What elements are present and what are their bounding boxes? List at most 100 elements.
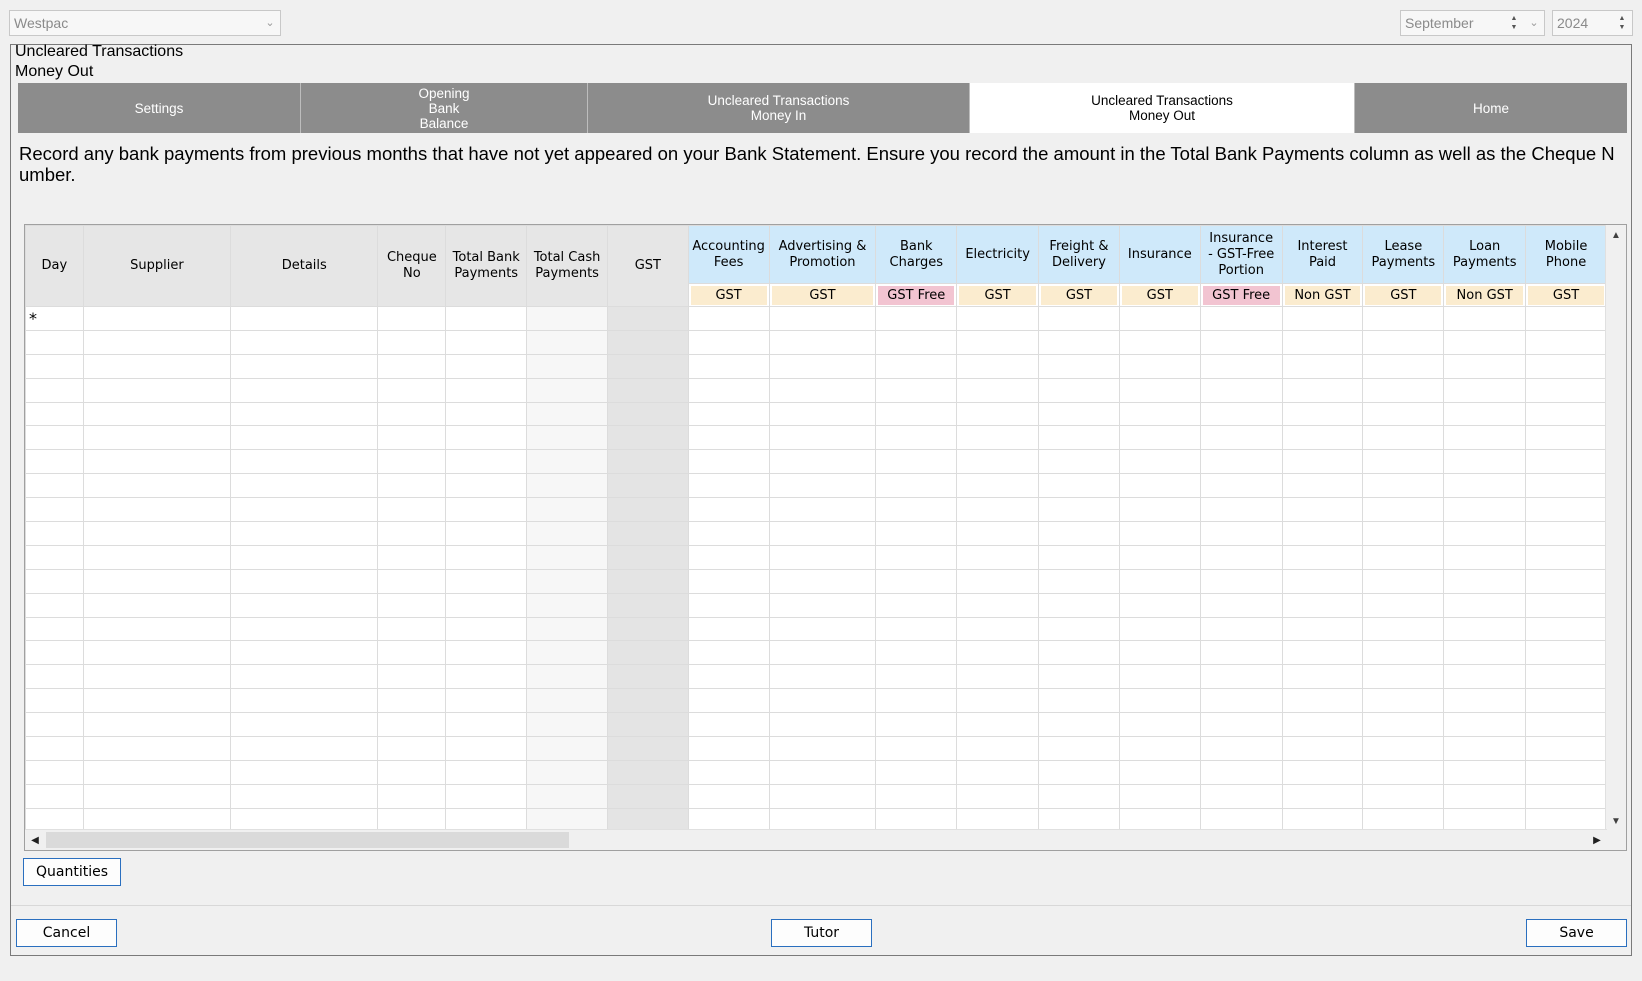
grid-cell[interactable] (526, 640, 609, 666)
grid-cell[interactable] (445, 640, 528, 666)
grid-cell[interactable] (25, 688, 84, 714)
grid-cell[interactable] (607, 712, 689, 738)
column-header-interest-paid[interactable]: Interest Paid (1281, 225, 1364, 284)
table-row[interactable] (25, 688, 1607, 714)
grid-cell[interactable] (956, 353, 1040, 379)
grid-cell[interactable] (1038, 592, 1120, 618)
grid-cell[interactable] (1199, 329, 1283, 355)
cancel-button[interactable]: Cancel (16, 919, 117, 947)
grid-cell[interactable] (1443, 449, 1527, 475)
grid-cell[interactable] (377, 688, 447, 714)
grid-cell[interactable] (526, 568, 609, 594)
grid-cell[interactable] (230, 473, 379, 499)
grid-cell[interactable] (687, 807, 770, 831)
grid-cell[interactable] (25, 401, 84, 427)
grid-cell[interactable] (230, 329, 379, 355)
grid-cell[interactable] (1038, 401, 1120, 427)
month-spinner[interactable]: ▲ ▼ (1506, 11, 1522, 35)
grid-cell[interactable] (607, 640, 689, 666)
grid-cell[interactable] (607, 497, 689, 523)
column-header-insurance[interactable]: Insurance (1118, 225, 1201, 284)
grid-cell[interactable] (1281, 449, 1364, 475)
grid-cell[interactable] (956, 568, 1040, 594)
grid-cell[interactable] (1118, 425, 1201, 451)
grid-cell[interactable] (607, 592, 689, 618)
grid-cell[interactable] (687, 377, 770, 403)
grid-cell[interactable] (445, 377, 528, 403)
grid-cell[interactable] (377, 783, 447, 809)
grid-cell[interactable] (526, 401, 609, 427)
month-select[interactable]: September ▲ ▼ ⌄ (1400, 10, 1545, 36)
grid-cell[interactable] (1362, 521, 1445, 546)
grid-cell[interactable] (607, 664, 689, 690)
grid-cell[interactable] (25, 712, 84, 738)
grid-cell[interactable] (526, 736, 609, 761)
grid-cell[interactable] (687, 425, 770, 451)
grid-cell[interactable] (25, 759, 84, 785)
quantities-button[interactable]: Quantities (23, 858, 121, 886)
grid-cell[interactable] (25, 783, 84, 809)
grid-cell[interactable] (1443, 688, 1527, 714)
grid-cell[interactable] (1038, 712, 1120, 738)
grid-cell[interactable] (1038, 544, 1120, 570)
grid-cell[interactable] (1038, 783, 1120, 809)
grid-cell[interactable] (1443, 783, 1527, 809)
grid-cell[interactable] (1362, 377, 1445, 403)
grid-cell[interactable] (1199, 425, 1283, 451)
grid-cell[interactable] (1118, 521, 1201, 546)
grid-cell[interactable] (230, 592, 379, 618)
grid-cell[interactable] (1038, 664, 1120, 690)
grid-cell[interactable] (607, 473, 689, 499)
horizontal-scroll-thumb[interactable] (46, 832, 569, 848)
grid-cell[interactable] (1281, 616, 1364, 642)
column-header-mobile-phone[interactable]: Mobile Phone (1525, 225, 1607, 284)
grid-cell[interactable] (445, 688, 528, 714)
grid-cell[interactable] (768, 664, 877, 690)
tab-opening-bank-balance[interactable]: Opening Bank Balance (301, 83, 588, 133)
grid-cell[interactable] (1038, 306, 1120, 331)
grid-cell[interactable] (607, 736, 689, 761)
grid-cell[interactable] (768, 688, 877, 714)
grid-cell[interactable] (82, 736, 232, 761)
grid-cell[interactable] (25, 592, 84, 618)
grid-cell[interactable] (1443, 592, 1527, 618)
scroll-up-icon[interactable]: ▲ (1606, 225, 1626, 245)
grid-cell[interactable] (25, 736, 84, 761)
year-select[interactable]: 2024 ▲ ▼ (1552, 10, 1633, 36)
grid-cell[interactable] (82, 473, 232, 499)
table-row[interactable] (25, 521, 1607, 546)
grid-cell[interactable] (768, 712, 877, 738)
grid-cell[interactable] (1362, 401, 1445, 427)
grid-cell[interactable] (687, 783, 770, 809)
grid-cell[interactable] (875, 688, 958, 714)
grid-cell[interactable] (526, 329, 609, 355)
grid-cell[interactable] (445, 664, 528, 690)
grid-cell[interactable] (82, 783, 232, 809)
grid-cell[interactable] (1525, 568, 1607, 594)
grid-cell[interactable] (1199, 521, 1283, 546)
grid-cell[interactable] (445, 736, 528, 761)
grid-cell[interactable] (1038, 449, 1120, 475)
grid-cell[interactable] (1118, 759, 1201, 785)
grid-cell[interactable] (1199, 616, 1283, 642)
grid-cell[interactable] (956, 640, 1040, 666)
grid-cell[interactable] (25, 329, 84, 355)
grid-cell[interactable] (607, 377, 689, 403)
grid-cell[interactable] (607, 568, 689, 594)
grid-cell[interactable] (1525, 736, 1607, 761)
grid-cell[interactable] (956, 329, 1040, 355)
bank-select[interactable]: Westpac ⌄ (9, 10, 281, 36)
grid-cell[interactable] (82, 497, 232, 523)
grid-cell[interactable] (1038, 377, 1120, 403)
grid-cell[interactable] (1443, 306, 1527, 331)
grid-cell[interactable] (1199, 353, 1283, 379)
grid-cell[interactable] (230, 712, 379, 738)
grid-cell[interactable] (875, 783, 958, 809)
grid-cell[interactable] (1118, 544, 1201, 570)
grid-cell[interactable] (526, 783, 609, 809)
grid-cell[interactable] (1038, 329, 1120, 355)
grid-cell[interactable] (377, 759, 447, 785)
grid-cell[interactable] (82, 759, 232, 785)
grid-cell[interactable] (230, 449, 379, 475)
grid-cell[interactable] (687, 640, 770, 666)
